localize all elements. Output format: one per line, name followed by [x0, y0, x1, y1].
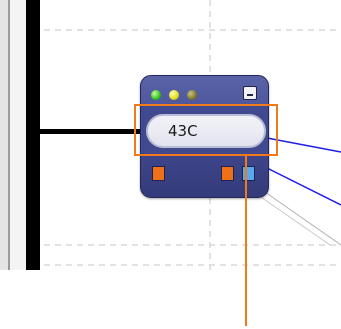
selection-highlight [134, 104, 278, 156]
minimize-button[interactable] [243, 86, 257, 100]
output-wire-blue [266, 167, 341, 206]
status-led-green [151, 90, 161, 100]
status-led-yellow [169, 90, 179, 100]
status-led-olive [187, 90, 197, 100]
output-port-orange[interactable] [221, 166, 234, 181]
output-port-blue[interactable] [242, 166, 255, 181]
callout-line [245, 156, 247, 326]
output-port-orange[interactable] [152, 166, 165, 181]
output-wire-gray [257, 194, 331, 246]
diagram-canvas[interactable]: 43C [0, 0, 341, 329]
output-wire-blue [266, 137, 341, 153]
